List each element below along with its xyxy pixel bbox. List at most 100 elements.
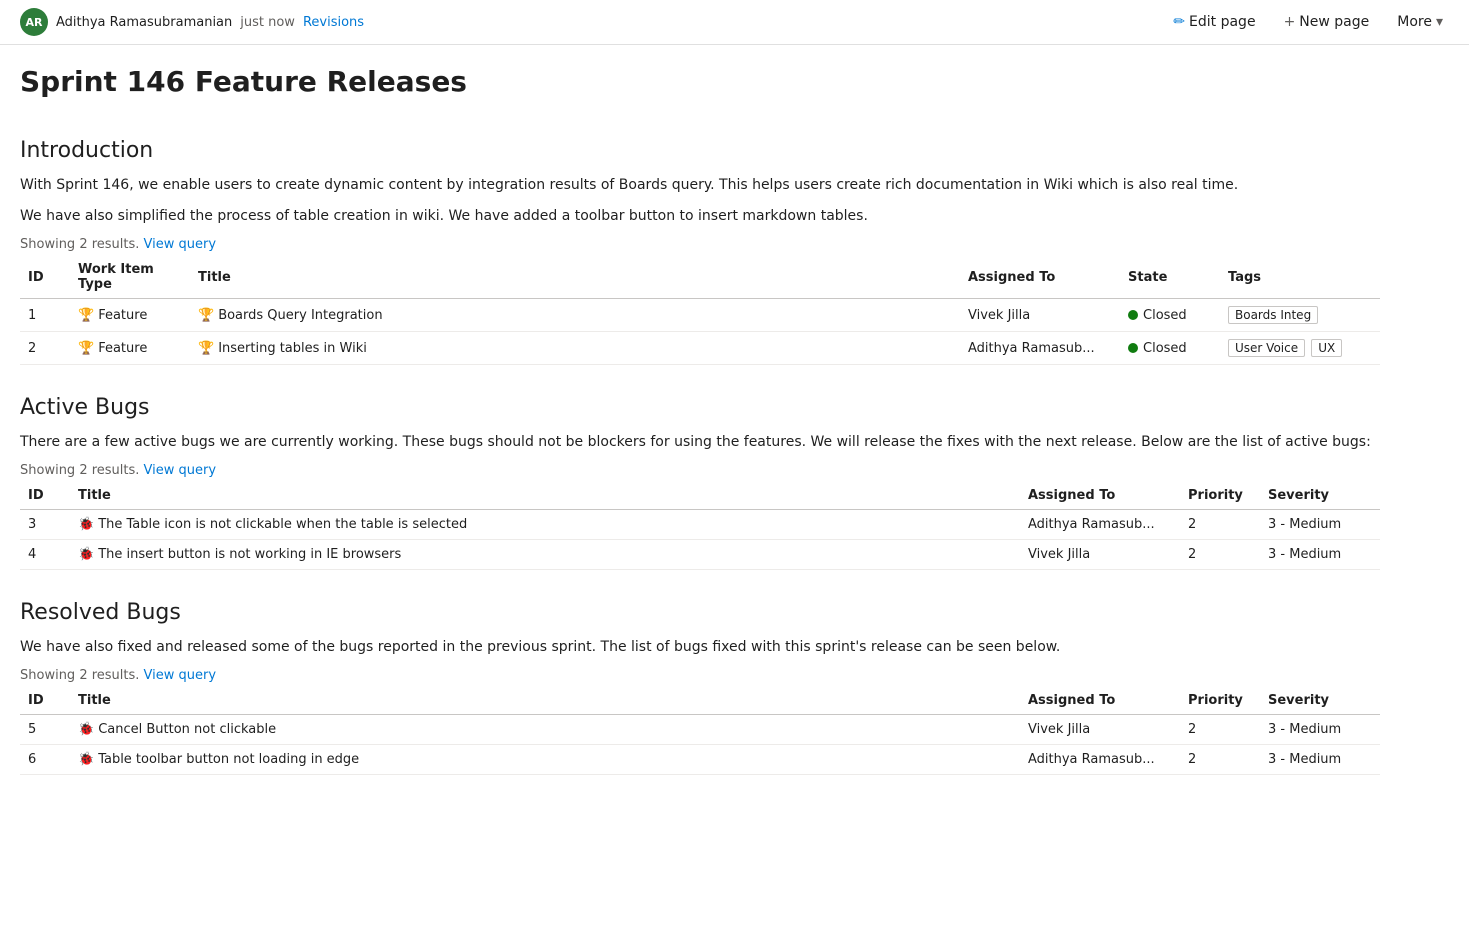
- cell-id: 1: [20, 299, 70, 332]
- tag-badge: UX: [1311, 339, 1342, 357]
- timestamp: just now: [240, 15, 295, 30]
- chevron-down-icon: ▾: [1436, 14, 1443, 30]
- edit-page-button[interactable]: ✏ Edit page: [1167, 10, 1261, 34]
- cell-tags: User Voice UX: [1220, 332, 1380, 365]
- bug-icon: 🐞: [78, 752, 94, 767]
- col-header-assigned-rb: Assigned To: [1020, 687, 1180, 715]
- cell-title: 🐞 The Table icon is not clickable when t…: [70, 510, 1020, 540]
- table-row: 6 🐞 Table toolbar button not loading in …: [20, 745, 1380, 775]
- cell-state: Closed: [1120, 332, 1220, 365]
- cell-type: 🏆Feature: [70, 332, 190, 365]
- active-bugs-para: There are a few active bugs we are curre…: [20, 432, 1380, 453]
- col-header-title-ab: Title: [70, 482, 1020, 510]
- avatar: AR: [20, 8, 48, 36]
- cell-tags: Boards Integ: [1220, 299, 1380, 332]
- introduction-section: Introduction With Sprint 146, we enable …: [20, 138, 1380, 365]
- cell-assigned: Vivek Jilla: [960, 299, 1120, 332]
- cell-title: 🏆 Boards Query Integration: [190, 299, 960, 332]
- cell-priority: 2: [1180, 540, 1260, 570]
- table-row: 3 🐞 The Table icon is not clickable when…: [20, 510, 1380, 540]
- resolved-showing-results: Showing 2 results. View query: [20, 668, 1380, 683]
- cell-id: 3: [20, 510, 70, 540]
- state-dot: [1128, 343, 1138, 353]
- resolved-table-header: ID Title Assigned To Priority Severity: [20, 687, 1380, 715]
- col-header-assigned: Assigned To: [960, 256, 1120, 299]
- resolved-bugs-section: Resolved Bugs We have also fixed and rel…: [20, 600, 1380, 775]
- col-header-priority-ab: Priority: [1180, 482, 1260, 510]
- col-header-severity-ab: Severity: [1260, 482, 1380, 510]
- feature-icon: 🏆: [198, 341, 214, 356]
- cell-id: 5: [20, 715, 70, 745]
- bug-icon: 🐞: [78, 547, 94, 562]
- intro-table-header: ID Work Item Type Title Assigned To Stat…: [20, 256, 1380, 299]
- intro-showing-results: Showing 2 results. View query: [20, 237, 1380, 252]
- tag-badge: Boards Integ: [1228, 306, 1318, 324]
- col-header-severity-rb: Severity: [1260, 687, 1380, 715]
- active-bugs-title: Active Bugs: [20, 395, 1380, 420]
- pencil-icon: ✏: [1173, 14, 1185, 30]
- col-header-title-rb: Title: [70, 687, 1020, 715]
- cell-assigned: Vivek Jilla: [1020, 715, 1180, 745]
- col-header-tags: Tags: [1220, 256, 1380, 299]
- col-header-id-ab: ID: [20, 482, 70, 510]
- col-header-type: Work Item Type: [70, 256, 190, 299]
- cell-assigned: Adithya Ramasub...: [960, 332, 1120, 365]
- table-row: 4 🐞 The insert button is not working in …: [20, 540, 1380, 570]
- table-row: 2 🏆Feature 🏆 Inserting tables in Wiki Ad…: [20, 332, 1380, 365]
- cell-severity: 3 - Medium: [1260, 510, 1380, 540]
- edit-page-label: Edit page: [1189, 14, 1256, 30]
- cell-state: Closed: [1120, 299, 1220, 332]
- cell-priority: 2: [1180, 745, 1260, 775]
- cell-id: 2: [20, 332, 70, 365]
- cell-id: 4: [20, 540, 70, 570]
- col-header-title: Title: [190, 256, 960, 299]
- feature-icon: 🏆: [78, 308, 94, 323]
- active-bugs-section: Active Bugs There are a few active bugs …: [20, 395, 1380, 570]
- active-table-header: ID Title Assigned To Priority Severity: [20, 482, 1380, 510]
- cell-severity: 3 - Medium: [1260, 745, 1380, 775]
- introduction-title: Introduction: [20, 138, 1380, 163]
- cell-assigned: Vivek Jilla: [1020, 540, 1180, 570]
- revisions-link[interactable]: Revisions: [303, 15, 364, 30]
- table-row: 5 🐞 Cancel Button not clickable Vivek Ji…: [20, 715, 1380, 745]
- col-header-id: ID: [20, 256, 70, 299]
- intro-view-query[interactable]: View query: [144, 237, 217, 252]
- new-page-button[interactable]: + New page: [1278, 10, 1376, 34]
- col-header-id-rb: ID: [20, 687, 70, 715]
- cell-priority: 2: [1180, 510, 1260, 540]
- cell-assigned: Adithya Ramasub...: [1020, 745, 1180, 775]
- cell-id: 6: [20, 745, 70, 775]
- resolved-bugs-title: Resolved Bugs: [20, 600, 1380, 625]
- feature-icon: 🏆: [78, 341, 94, 356]
- more-button[interactable]: More ▾: [1391, 10, 1449, 34]
- col-header-state: State: [1120, 256, 1220, 299]
- new-page-label: New page: [1299, 14, 1369, 30]
- bug-icon: 🐞: [78, 517, 94, 532]
- header-left: AR Adithya Ramasubramanian just now Revi…: [20, 8, 364, 36]
- active-view-query[interactable]: View query: [144, 463, 217, 478]
- table-row: 1 🏆Feature 🏆 Boards Query Integration Vi…: [20, 299, 1380, 332]
- plus-icon: +: [1284, 14, 1296, 30]
- introduction-para-1: With Sprint 146, we enable users to crea…: [20, 175, 1380, 196]
- cell-type: 🏆Feature: [70, 299, 190, 332]
- page-title: Sprint 146 Feature Releases: [20, 65, 1380, 108]
- cell-title: 🐞 Cancel Button not clickable: [70, 715, 1020, 745]
- author-name: Adithya Ramasubramanian: [56, 15, 232, 30]
- active-showing-results: Showing 2 results. View query: [20, 463, 1380, 478]
- page-header: AR Adithya Ramasubramanian just now Revi…: [0, 0, 1469, 45]
- col-header-priority-rb: Priority: [1180, 687, 1260, 715]
- active-bugs-table: ID Title Assigned To Priority Severity 3…: [20, 482, 1380, 570]
- introduction-table: ID Work Item Type Title Assigned To Stat…: [20, 256, 1380, 365]
- cell-assigned: Adithya Ramasub...: [1020, 510, 1180, 540]
- cell-title: 🐞 Table toolbar button not loading in ed…: [70, 745, 1020, 775]
- state-dot: [1128, 310, 1138, 320]
- cell-title: 🏆 Inserting tables in Wiki: [190, 332, 960, 365]
- header-right: ✏ Edit page + New page More ▾: [1167, 10, 1449, 34]
- resolved-bugs-table: ID Title Assigned To Priority Severity 5…: [20, 687, 1380, 775]
- col-header-assigned-ab: Assigned To: [1020, 482, 1180, 510]
- resolved-view-query[interactable]: View query: [144, 668, 217, 683]
- feature-icon: 🏆: [198, 308, 214, 323]
- more-label: More: [1397, 14, 1432, 30]
- cell-severity: 3 - Medium: [1260, 715, 1380, 745]
- cell-severity: 3 - Medium: [1260, 540, 1380, 570]
